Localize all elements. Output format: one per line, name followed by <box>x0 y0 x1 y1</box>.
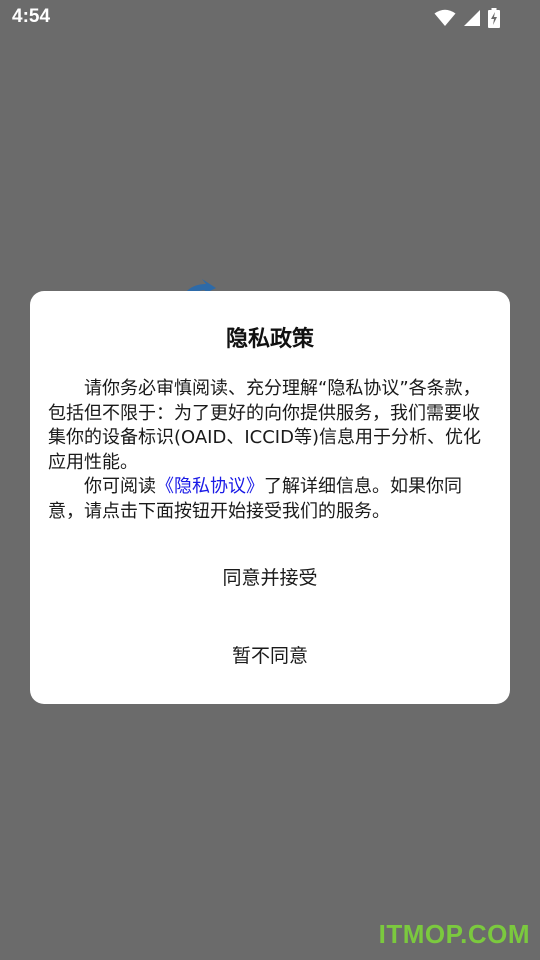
status-time: 4:54 <box>12 6 51 27</box>
wifi-icon <box>434 9 456 27</box>
status-icons <box>434 8 500 28</box>
battery-charging-icon <box>488 8 500 28</box>
policy-paragraph-1: 请你务必审慎阅读、充分理解“隐私协议”各条款，包括但不限于：为了更好的向你提供服… <box>48 378 481 473</box>
policy-paragraph-2: 你可阅读《隐私协议》了解详细信息。如果你同意，请点击下面按钮开始接受我们的服务。 <box>48 475 488 524</box>
screen: 4:54 隐私政策 请你务必审慎阅读、充分理解“隐私协议”各条款，包括但不限于：… <box>0 0 540 960</box>
paragraph2-prefix: 你可阅读 <box>84 476 156 497</box>
status-bar: 4:54 <box>0 0 540 38</box>
privacy-dialog: 隐私政策 请你务必审慎阅读、充分理解“隐私协议”各条款，包括但不限于：为了更好的… <box>30 291 510 704</box>
privacy-agreement-link[interactable]: 《隐私协议》 <box>156 476 264 497</box>
dialog-body: 请你务必审慎阅读、充分理解“隐私协议”各条款，包括但不限于：为了更好的向你提供服… <box>48 377 488 524</box>
dialog-title: 隐私政策 <box>225 327 314 352</box>
agree-button[interactable]: 同意并接受 <box>30 555 510 598</box>
cellular-signal-icon <box>463 9 481 27</box>
decline-button[interactable]: 暂不同意 <box>30 633 510 676</box>
watermark: ITMOP.COM <box>378 919 530 949</box>
